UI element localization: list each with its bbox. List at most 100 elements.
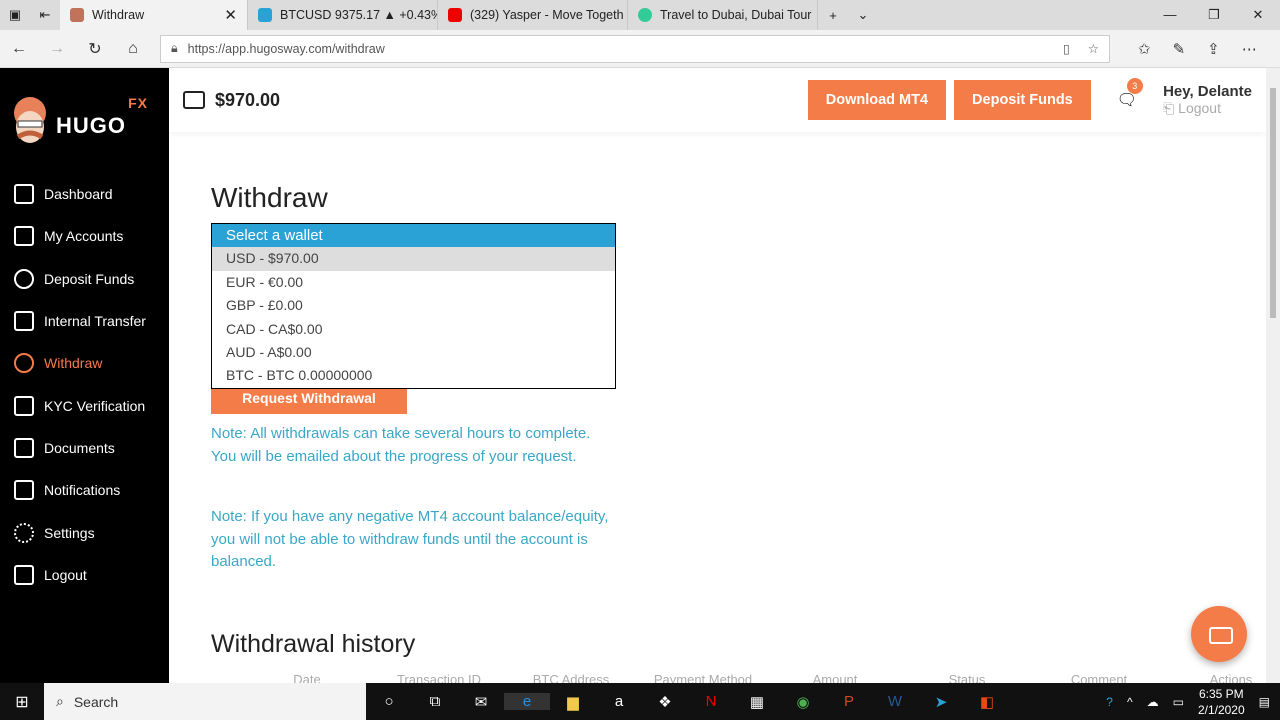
- home-icon[interactable]: ⌂: [114, 40, 152, 58]
- url-input[interactable]: 🔒︎ https://app.hugosway.com/withdraw ▯ ☆: [160, 34, 1110, 63]
- sidebar-item-withdraw[interactable]: Withdraw: [0, 342, 169, 384]
- tab-list-icon[interactable]: ⌄: [848, 7, 878, 23]
- more-icon[interactable]: ⋯: [1242, 40, 1257, 58]
- logout-icon: [14, 564, 34, 585]
- scrollbar-thumb[interactable]: [1270, 88, 1276, 318]
- sidebar-item-documents[interactable]: Documents: [0, 427, 169, 469]
- pen-icon[interactable]: ✎: [1173, 40, 1186, 58]
- sidebar-item-label: Documents: [44, 439, 115, 456]
- tab-title: Travel to Dubai, Dubai Tour: [660, 8, 812, 22]
- maximize-icon[interactable]: ❐: [1192, 7, 1236, 23]
- battery-icon[interactable]: ▭: [1173, 695, 1184, 709]
- page-title: Withdraw: [211, 182, 328, 213]
- sidebar-item-label: Internal Transfer: [44, 313, 146, 330]
- powerpoint-icon[interactable]: P: [826, 693, 872, 710]
- back-icon[interactable]: ←: [0, 40, 38, 58]
- amazon-icon[interactable]: a: [596, 693, 642, 710]
- user-greeting: Hey, Delante: [1163, 83, 1252, 100]
- brand-suffix: FX: [128, 94, 148, 111]
- sidebar-item-dashboard[interactable]: Dashboard: [0, 173, 169, 215]
- sidebar-item-label: KYC Verification: [44, 397, 146, 414]
- close-tab-icon[interactable]: ✕: [224, 6, 237, 24]
- balance: $970.00: [215, 89, 281, 110]
- tab-btcusd[interactable]: BTCUSD 9375.17 ▲ +0.43%: [248, 0, 438, 30]
- hugo-mascot-icon: [14, 96, 46, 143]
- word-icon[interactable]: W: [872, 693, 918, 710]
- deposit-funds-button[interactable]: Deposit Funds: [954, 80, 1091, 120]
- sidebar-item-settings[interactable]: Settings: [0, 511, 169, 553]
- address-bar-row: ← → ↻ ⌂ 🔒︎ https://app.hugosway.com/withd…: [0, 30, 1280, 68]
- set-aside-tabs-icon[interactable]: ⇤: [30, 7, 60, 23]
- help-icon[interactable]: ?: [1106, 695, 1113, 709]
- tab-title: (329) Yasper - Move Togeth: [470, 8, 624, 22]
- sidebar-item-logout[interactable]: Logout: [0, 554, 169, 596]
- tray-chevron-icon[interactable]: ^: [1127, 695, 1133, 709]
- minimize-icon[interactable]: —: [1148, 7, 1192, 23]
- wallet-select-dropdown[interactable]: Select a wallet USD - $970.00 EUR - €0.0…: [211, 223, 616, 389]
- refresh-icon[interactable]: ↻: [76, 39, 114, 59]
- document-check-icon: [14, 395, 34, 416]
- sidebar-item-label: My Accounts: [44, 228, 124, 245]
- file-explorer-icon[interactable]: ▆: [550, 693, 596, 711]
- tab-title: Withdraw: [92, 8, 145, 22]
- tab-withdraw[interactable]: Withdraw ✕: [60, 0, 248, 30]
- page-scrollbar[interactable]: [1266, 68, 1280, 683]
- favicon-icon: [638, 8, 652, 22]
- chrome-icon[interactable]: ◉: [780, 693, 826, 711]
- mail-icon[interactable]: ✉: [458, 693, 504, 711]
- action-center-icon[interactable]: ▤: [1259, 695, 1270, 709]
- favicon-icon: [448, 8, 462, 22]
- dropdown-option[interactable]: Select a wallet: [212, 224, 615, 248]
- messages-icon[interactable]: 🗨︎ 3: [1117, 78, 1143, 110]
- netflix-icon[interactable]: N: [688, 693, 734, 710]
- forward-icon[interactable]: →: [38, 40, 76, 58]
- dropdown-option[interactable]: GBP - £0.00: [212, 294, 615, 317]
- sidebar-item-label: Withdraw: [44, 355, 103, 372]
- windows-start-icon[interactable]: ⊞: [0, 692, 44, 712]
- sidebar-item-internal-transfer[interactable]: Internal Transfer: [0, 300, 169, 342]
- tab-dubai[interactable]: Travel to Dubai, Dubai Tour: [628, 0, 818, 30]
- share-icon[interactable]: ⇪: [1207, 40, 1220, 58]
- browser-tab-bar: ▣ ⇤ Withdraw ✕ BTCUSD 9375.17 ▲ +0.43% (3…: [0, 0, 1280, 30]
- logo[interactable]: HUGO FX: [0, 68, 169, 173]
- onedrive-icon[interactable]: ☁: [1147, 695, 1159, 709]
- dropdown-option[interactable]: USD - $970.00: [212, 247, 615, 271]
- note-processing-time: Note: All withdrawals can take several h…: [211, 425, 591, 465]
- download-mt4-button[interactable]: Download MT4: [807, 80, 947, 120]
- tab-actions-icon[interactable]: ▣: [0, 7, 30, 23]
- logout-link[interactable]: ⎗ Logout: [1163, 100, 1221, 116]
- dropdown-option[interactable]: CAD - CA$0.00: [212, 318, 615, 341]
- office-icon[interactable]: ◧: [964, 693, 1010, 711]
- transfer-icon: [14, 311, 34, 332]
- store-icon[interactable]: ▦: [734, 693, 780, 711]
- documents-icon: [14, 437, 34, 458]
- dropbox-icon[interactable]: ❖: [642, 693, 688, 711]
- sidebar-item-label: Notifications: [44, 482, 121, 499]
- favorite-star-icon[interactable]: ☆: [1088, 41, 1099, 56]
- cortana-icon[interactable]: ○: [366, 693, 412, 710]
- taskbar-search[interactable]: ⌕ Search: [44, 683, 366, 720]
- favicon-icon: [70, 8, 84, 22]
- sidebar-item-label: Settings: [44, 524, 95, 541]
- tab-title: BTCUSD 9375.17 ▲ +0.43%: [280, 8, 438, 22]
- dropdown-option[interactable]: BTC - BTC 0.00000000: [212, 364, 615, 387]
- telegram-icon[interactable]: ➤: [918, 693, 964, 711]
- tab-youtube[interactable]: (329) Yasper - Move Togeth: [438, 0, 628, 30]
- sidebar-item-kyc-verification[interactable]: KYC Verification: [0, 384, 169, 426]
- reading-view-icon[interactable]: ▯: [1063, 41, 1070, 56]
- sidebar-item-deposit-funds[interactable]: Deposit Funds: [0, 258, 169, 300]
- favorites-icon[interactable]: ✩: [1138, 40, 1151, 58]
- task-view-icon[interactable]: ⧉: [412, 693, 458, 710]
- sidebar-item-label: Dashboard: [44, 186, 113, 203]
- edge-icon[interactable]: e: [504, 693, 550, 710]
- live-chat-button[interactable]: [1191, 606, 1247, 662]
- new-tab-icon[interactable]: +: [818, 8, 848, 23]
- sidebar: HUGO FX Dashboard My Accounts Deposit Fun…: [0, 68, 169, 683]
- dropdown-option[interactable]: AUD - A$0.00: [212, 341, 615, 364]
- dropdown-option[interactable]: EUR - €0.00: [212, 271, 615, 294]
- clock[interactable]: 6:35 PM 2/1/2020: [1198, 686, 1245, 718]
- close-window-icon[interactable]: ✕: [1236, 7, 1280, 23]
- logout-label: Logout: [1178, 100, 1221, 116]
- sidebar-item-notifications[interactable]: Notifications: [0, 469, 169, 511]
- sidebar-item-my-accounts[interactable]: My Accounts: [0, 215, 169, 257]
